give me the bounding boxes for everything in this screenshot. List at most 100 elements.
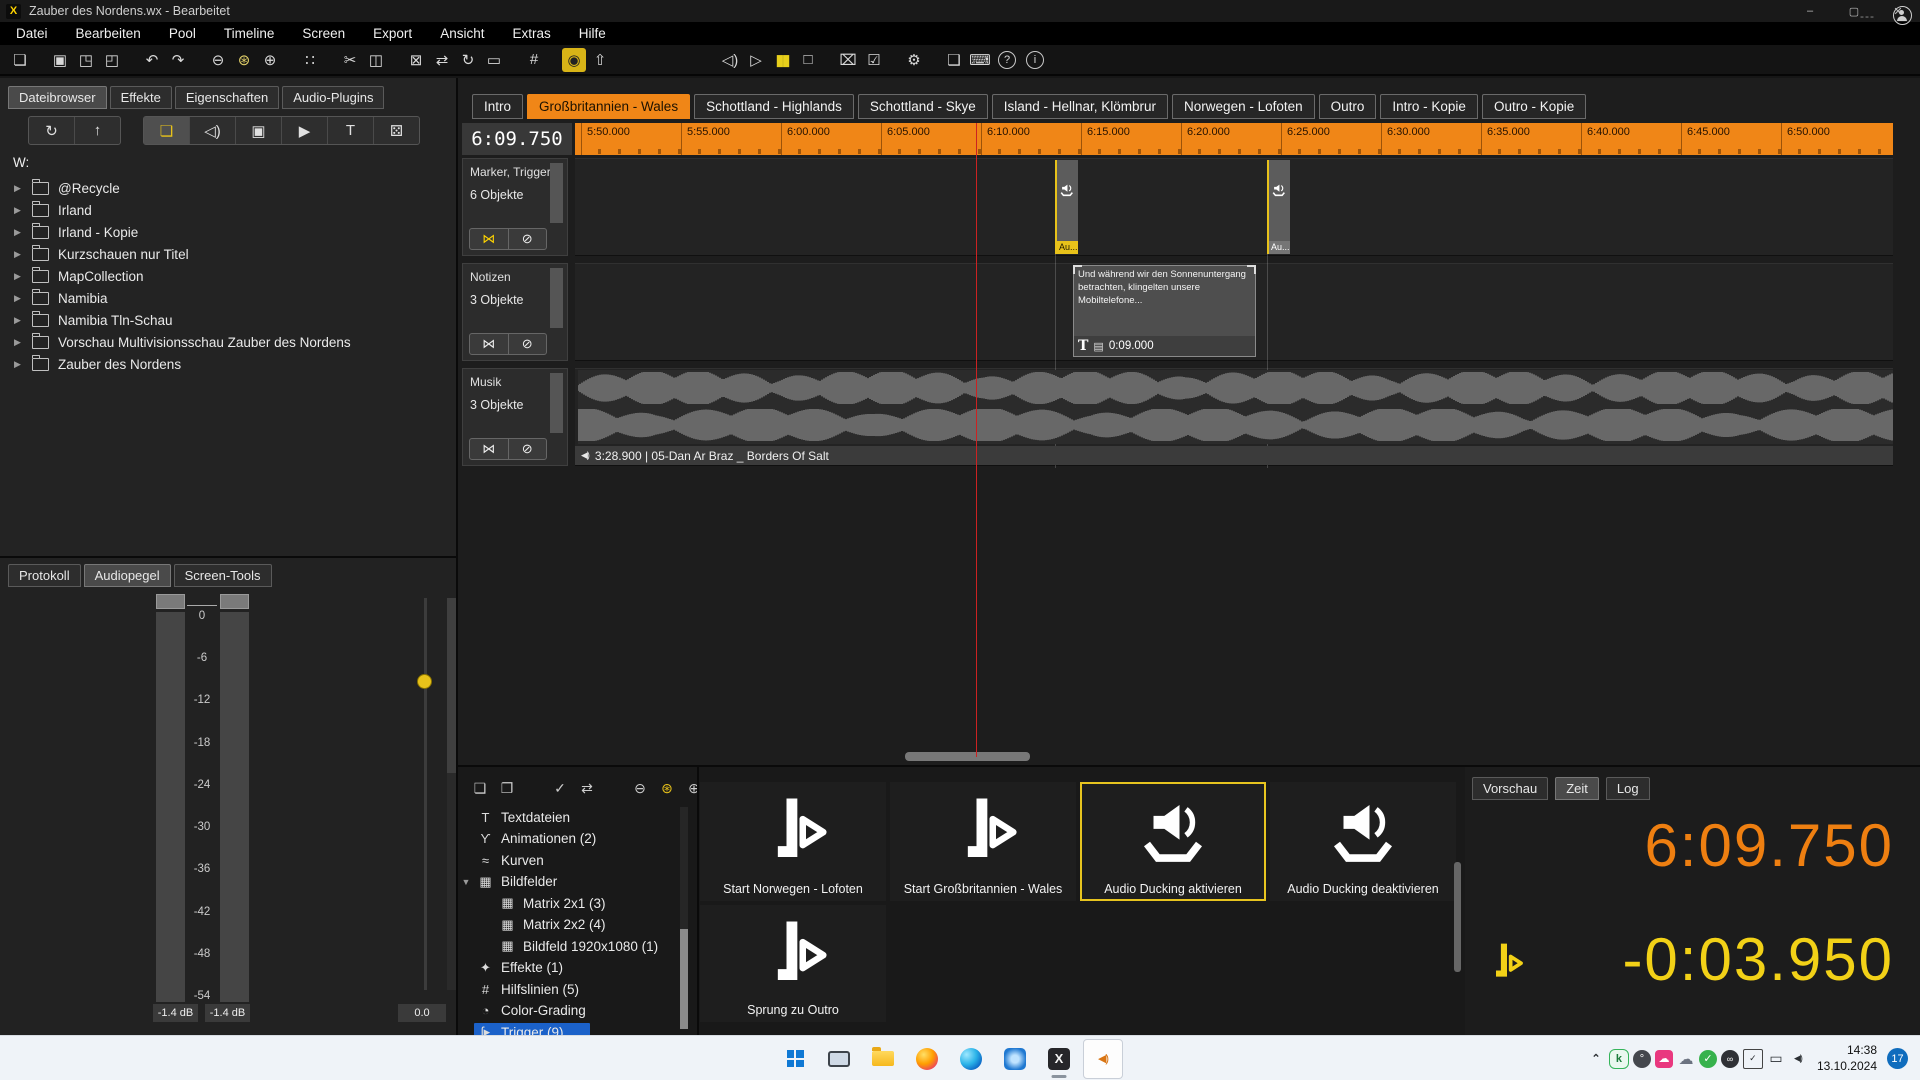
reroute-icon[interactable]: ⇄ [430, 48, 454, 72]
display-icon[interactable] [1767, 1050, 1785, 1068]
trigger-tile[interactable]: Sprung zu Outro [700, 905, 886, 1022]
timeline-tab[interactable]: Schottland - Highlands [694, 94, 854, 119]
adobe-cc-icon[interactable] [1721, 1050, 1739, 1068]
volume-fader-track[interactable] [424, 598, 427, 990]
menu-item[interactable]: Bearbeiten [62, 26, 155, 41]
volume-icon[interactable] [1789, 1050, 1807, 1068]
text-filter-icon[interactable]: T [328, 117, 374, 144]
onedrive-icon[interactable] [1677, 1050, 1695, 1068]
meter-tab[interactable]: Screen-Tools [174, 564, 272, 587]
status-tab[interactable]: Vorschau [1472, 777, 1548, 800]
meter-scrollbar[interactable] [447, 598, 456, 990]
music-clip-label-bar[interactable]: ◀) 3:28.900 | 05-Dan Ar Braz _ Borders O… [575, 446, 1893, 465]
notification-badge[interactable]: 17 [1887, 1048, 1908, 1069]
trigger-tile[interactable]: Audio Ducking aktivieren [1080, 782, 1266, 901]
expander-icon[interactable]: ▼ [458, 877, 474, 887]
redo-icon[interactable]: ↷ [166, 48, 190, 72]
track-header[interactable]: Marker, Trigger 6 Objekte ⋈ ⊘ [462, 158, 568, 256]
status-tab[interactable]: Zeit [1555, 777, 1599, 800]
menu-item[interactable]: Timeline [210, 26, 289, 41]
solo-bowtie-icon[interactable]: ⋈ [470, 439, 509, 459]
meter-handle-left[interactable] [156, 594, 185, 609]
timeline-tab[interactable]: Großbritannien - Wales [527, 94, 690, 119]
task-view-button[interactable] [819, 1039, 859, 1079]
menu-item[interactable]: Ansicht [426, 26, 498, 41]
timeline-tab[interactable]: Norwegen - Lofoten [1172, 94, 1315, 119]
browser-tab[interactable]: Dateibrowser [8, 86, 107, 109]
volume-fader-handle[interactable] [417, 674, 432, 689]
meter-handle-right[interactable] [220, 594, 249, 609]
tiles-scrollbar[interactable] [1454, 862, 1461, 972]
pool-tree-scrollbar[interactable] [680, 807, 688, 1029]
pool-tree-item[interactable]: # Hilfslinien (5) [458, 979, 694, 1001]
open-folder-icon[interactable]: ❐ [495, 777, 519, 799]
start-button[interactable] [775, 1039, 815, 1079]
expander-icon[interactable]: ▶ [14, 315, 23, 326]
up-icon[interactable]: ↑ [75, 117, 120, 144]
save-as-icon[interactable]: ◳ [74, 48, 98, 72]
folder-row[interactable]: ▶ Zauber des Nordens [0, 353, 456, 375]
timeline-tab[interactable]: Island - Hellnar, Klömbrur [992, 94, 1168, 119]
track-content-markers[interactable] [575, 158, 1893, 256]
clock[interactable]: 14:38 13.10.2024 [1817, 1043, 1877, 1074]
folder-row[interactable]: ▶ @Recycle [0, 177, 456, 199]
browser-tab[interactable]: Audio-Plugins [282, 86, 384, 109]
pool-tree-item[interactable]: ✦ Effekte (1) [458, 958, 694, 980]
timeline-horizontal-scrollbar[interactable] [905, 752, 1030, 761]
timeline-tab[interactable]: Intro [472, 94, 523, 119]
photos-button[interactable] [995, 1039, 1035, 1079]
expander-icon[interactable]: ▶ [14, 271, 23, 282]
user-account-icon[interactable] [1893, 6, 1912, 25]
trigger-tile[interactable]: Start Norwegen - Lofoten [700, 782, 886, 901]
help-icon[interactable]: ? [998, 51, 1016, 69]
dialog-icon[interactable]: ❑ [942, 48, 966, 72]
pool-tree-item[interactable]: ◔ Color-Grading [458, 1001, 694, 1023]
folder-row[interactable]: ▶ Kurzschauen nur Titel [0, 243, 456, 265]
documents-filter-icon[interactable]: ❏ [144, 117, 190, 144]
browser-firefox-button[interactable] [907, 1039, 947, 1079]
menu-item[interactable]: Pool [155, 26, 210, 41]
preview-eye-icon[interactable]: ◉ [562, 48, 586, 72]
crop-icon[interactable]: ⊠ [404, 48, 428, 72]
stop-icon[interactable]: □ [796, 48, 820, 72]
browser-edge-button[interactable] [951, 1039, 991, 1079]
audio-filter-icon[interactable]: ◁) [190, 117, 236, 144]
cloud-sync-icon[interactable] [1655, 1050, 1673, 1068]
folder-row[interactable]: ▶ Irland [0, 199, 456, 221]
video-filter-icon[interactable]: ▶ [282, 117, 328, 144]
pool-tree-item[interactable]: ʃ▸ Trigger (9) [458, 1022, 694, 1035]
toolbar-overflow[interactable]: --- [1860, 9, 1875, 23]
play-icon[interactable]: ▷ [744, 48, 768, 72]
browser-tab[interactable]: Eigenschaften [175, 86, 279, 109]
grid-icon[interactable]: # [522, 48, 546, 72]
menu-item[interactable]: Export [359, 26, 426, 41]
expander-icon[interactable]: ▶ [14, 359, 23, 370]
timeline-tab[interactable]: Outro - Kopie [1482, 94, 1586, 119]
playhead[interactable] [976, 123, 977, 757]
save-copy-icon[interactable]: ◰ [100, 48, 124, 72]
browser-tab[interactable]: Effekte [110, 86, 172, 109]
trigger-tile[interactable]: Audio Ducking deaktivieren [1270, 782, 1456, 901]
folder-row[interactable]: ▶ MapCollection [0, 265, 456, 287]
expander-icon[interactable]: ▶ [14, 337, 23, 348]
pool-tree-item[interactable]: ϒ Animationen (2) [458, 829, 694, 851]
zoom-fit-icon[interactable]: ⊛ [232, 48, 256, 72]
menu-item[interactable]: Hilfe [565, 26, 620, 41]
mute-icon[interactable]: ⊘ [509, 439, 547, 459]
loop-icon[interactable]: ↻ [456, 48, 480, 72]
refresh-icon[interactable]: ↻ [29, 117, 75, 144]
timeline-tab[interactable]: Intro - Kopie [1380, 94, 1478, 119]
trigger-clip[interactable]: Au... [1267, 160, 1290, 254]
cut-icon[interactable]: ✂ [338, 48, 362, 72]
save-icon[interactable]: ▣ [48, 48, 72, 72]
file-explorer-button[interactable] [863, 1039, 903, 1079]
image-filter-icon[interactable]: ▣ [236, 117, 282, 144]
info-icon[interactable]: i [1026, 51, 1044, 69]
pool-tree-item[interactable]: ▦ Bildfeld 1920x1080 (1) [458, 936, 694, 958]
snap-icon[interactable]: ∷ [298, 48, 322, 72]
expander-icon[interactable]: ▶ [14, 293, 23, 304]
zoom-reset-icon[interactable]: ⊛ [655, 777, 679, 799]
folder-row[interactable]: ▶ Namibia [0, 287, 456, 309]
pool-tree-item[interactable]: ≈ Kurven [458, 850, 694, 872]
meter-tab[interactable]: Audiopegel [84, 564, 171, 587]
